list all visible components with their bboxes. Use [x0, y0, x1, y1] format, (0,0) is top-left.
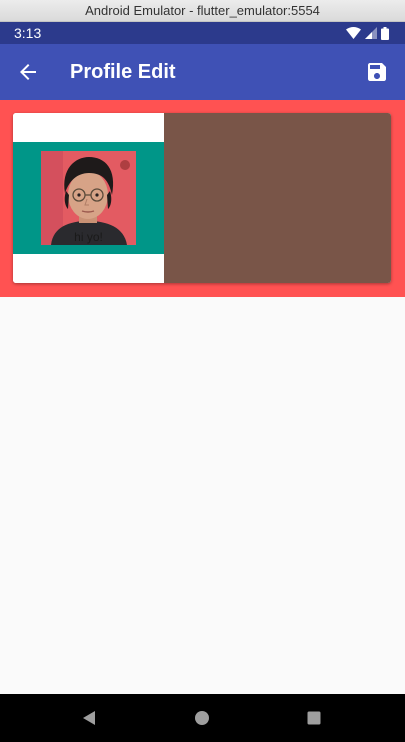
save-button[interactable]: [357, 52, 397, 92]
status-icons: [346, 26, 389, 40]
profile-card: hi yo!: [13, 113, 391, 283]
battery-icon: [381, 26, 389, 40]
back-button[interactable]: [8, 52, 48, 92]
emulator-frame: Android Emulator - flutter_emulator:5554…: [0, 0, 405, 742]
nav-back-button[interactable]: [74, 703, 104, 733]
nav-home-button[interactable]: [187, 703, 217, 733]
avatar[interactable]: hi yo!: [41, 151, 136, 245]
status-time: 3:13: [14, 25, 42, 41]
page-title: Profile Edit: [70, 61, 176, 83]
cell-signal-icon: [365, 27, 377, 39]
recents-square-icon: [307, 711, 321, 725]
profile-detail-area: [164, 113, 391, 283]
wifi-icon: [346, 27, 361, 39]
home-circle-icon: [195, 711, 209, 725]
avatar-section: hi yo!: [13, 113, 164, 283]
save-icon: [368, 63, 386, 81]
window-titlebar: Android Emulator - flutter_emulator:5554: [0, 0, 405, 22]
navigation-bar: [0, 694, 405, 742]
status-bar: 3:13: [0, 22, 405, 44]
content-area: [0, 297, 405, 694]
nav-recents-button[interactable]: [299, 703, 329, 733]
back-triangle-icon: [83, 711, 95, 725]
profile-container: hi yo!: [0, 100, 405, 297]
avatar-caption: hi yo!: [74, 230, 103, 244]
arrow-back-icon: [20, 64, 36, 80]
avatar-background: hi yo!: [13, 142, 164, 254]
app-bar: Profile Edit: [0, 44, 405, 100]
